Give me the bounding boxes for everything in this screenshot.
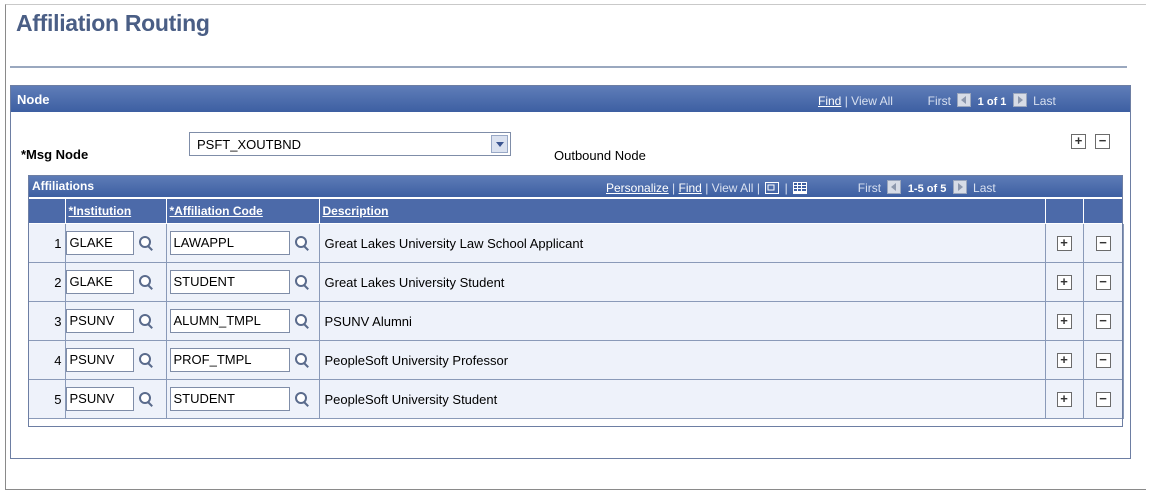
- node-nav: Find | View All First 1 of 1 Last: [818, 93, 1056, 108]
- description-text: PSUNV Alumni: [319, 301, 1046, 341]
- description-text: Great Lakes University Student: [319, 262, 1046, 302]
- affiliations-grid: *Institution *Affiliation Code Descripti…: [28, 199, 1124, 419]
- node-header-label: Node: [17, 92, 50, 107]
- affiliations-find-link[interactable]: Find: [679, 181, 702, 195]
- zoom-grid-icon[interactable]: [765, 182, 780, 194]
- row-add-button[interactable]: +: [1056, 392, 1072, 407]
- remove-column-header: [1083, 199, 1124, 224]
- affiliation-code-input[interactable]: PROF_TMPL: [169, 348, 290, 372]
- search-icon[interactable]: [138, 274, 154, 290]
- node-find-link[interactable]: Find: [818, 94, 841, 108]
- msg-node-label: *Msg Node: [21, 147, 89, 162]
- affiliation-code-header[interactable]: *Affiliation Code: [166, 199, 320, 224]
- search-icon[interactable]: [138, 313, 154, 329]
- search-icon[interactable]: [294, 352, 310, 368]
- row-remove-button[interactable]: −: [1095, 392, 1111, 407]
- node-add-button[interactable]: +: [1071, 134, 1086, 149]
- msg-node-value: PSFT_XOUTBND: [197, 137, 302, 152]
- node-range: 1 of 1: [977, 96, 1007, 108]
- search-icon[interactable]: [138, 235, 154, 251]
- row-remove-button[interactable]: −: [1095, 275, 1111, 290]
- table-row: 4 PSUNV PROF_TMPL PeopleSoft University …: [28, 340, 1124, 380]
- table-row: 5 PSUNV STUDENT PeopleSoft University St…: [28, 379, 1124, 419]
- grid-header-row: *Institution *Affiliation Code Descripti…: [28, 199, 1124, 224]
- institution-input[interactable]: GLAKE: [65, 231, 134, 255]
- row-remove-button[interactable]: −: [1095, 314, 1111, 329]
- description-text: Great Lakes University Law School Applic…: [319, 223, 1046, 263]
- node-next-icon: [1012, 93, 1027, 107]
- affiliations-view-all: View All: [711, 181, 754, 195]
- institution-input[interactable]: GLAKE: [65, 270, 134, 294]
- table-row: 1 GLAKE LAWAPPL Great Lakes University L…: [28, 223, 1124, 263]
- affiliation-code-input[interactable]: STUDENT: [169, 270, 290, 294]
- affiliation-code-input[interactable]: STUDENT: [169, 387, 290, 411]
- row-number: 4: [28, 340, 66, 380]
- search-icon[interactable]: [294, 313, 310, 329]
- search-icon[interactable]: [138, 391, 154, 407]
- chevron-down-icon[interactable]: [491, 135, 508, 153]
- row-add-button[interactable]: +: [1056, 314, 1072, 329]
- affiliations-first: First: [857, 181, 882, 195]
- row-remove-button[interactable]: −: [1095, 353, 1111, 368]
- affiliations-next-icon: [952, 180, 967, 194]
- search-icon[interactable]: [294, 274, 310, 290]
- download-grid-icon[interactable]: [793, 182, 808, 194]
- page-title: Affiliation Routing: [16, 10, 210, 36]
- search-icon[interactable]: [294, 235, 310, 251]
- row-number: 2: [28, 262, 66, 302]
- affiliations-nav: Personalize | Find | View All | | First …: [606, 180, 996, 195]
- row-remove-button[interactable]: −: [1095, 236, 1111, 251]
- node-remove-button[interactable]: −: [1095, 134, 1110, 149]
- affiliations-last: Last: [973, 181, 996, 195]
- personalize-link[interactable]: Personalize: [606, 181, 669, 195]
- affiliations-header-label: Affiliations: [32, 179, 94, 193]
- institution-input[interactable]: PSUNV: [65, 348, 134, 372]
- row-add-button[interactable]: +: [1056, 353, 1072, 368]
- affiliation-code-input[interactable]: ALUMN_TMPL: [169, 309, 290, 333]
- table-row: 3 PSUNV ALUMN_TMPL PSUNV Alumni + −: [28, 301, 1124, 341]
- institution-input[interactable]: PSUNV: [65, 309, 134, 333]
- affiliation-code-input[interactable]: LAWAPPL: [169, 231, 290, 255]
- table-row: 2 GLAKE STUDENT Great Lakes University S…: [28, 262, 1124, 302]
- search-icon[interactable]: [138, 352, 154, 368]
- description-text: PeopleSoft University Student: [319, 379, 1046, 419]
- affiliations-prev-icon: [887, 180, 902, 194]
- msg-node-select[interactable]: PSFT_XOUTBND: [189, 132, 511, 156]
- row-add-button[interactable]: +: [1056, 275, 1072, 290]
- node-header: Node Find | View All First 1 of 1 Last: [11, 86, 1130, 112]
- add-column-header: [1045, 199, 1084, 224]
- row-number-header: [28, 199, 66, 224]
- row-add-button[interactable]: +: [1056, 236, 1072, 251]
- affiliations-range: 1-5 of 5: [907, 183, 947, 195]
- row-number: 3: [28, 301, 66, 341]
- description-text: PeopleSoft University Professor: [319, 340, 1046, 380]
- msg-node-description: Outbound Node: [554, 148, 646, 163]
- description-header[interactable]: Description: [319, 199, 1046, 224]
- title-divider: [10, 66, 1127, 68]
- institution-header[interactable]: *Institution: [65, 199, 167, 224]
- node-view-all: View All: [851, 94, 893, 108]
- node-last: Last: [1033, 94, 1056, 108]
- row-number: 1: [28, 223, 66, 263]
- affiliations-header: Affiliations Personalize | Find | View A…: [28, 175, 1123, 197]
- search-icon[interactable]: [294, 391, 310, 407]
- row-number: 5: [28, 379, 66, 419]
- node-prev-icon: [957, 93, 972, 107]
- node-first: First: [927, 94, 951, 108]
- institution-input[interactable]: PSUNV: [65, 387, 134, 411]
